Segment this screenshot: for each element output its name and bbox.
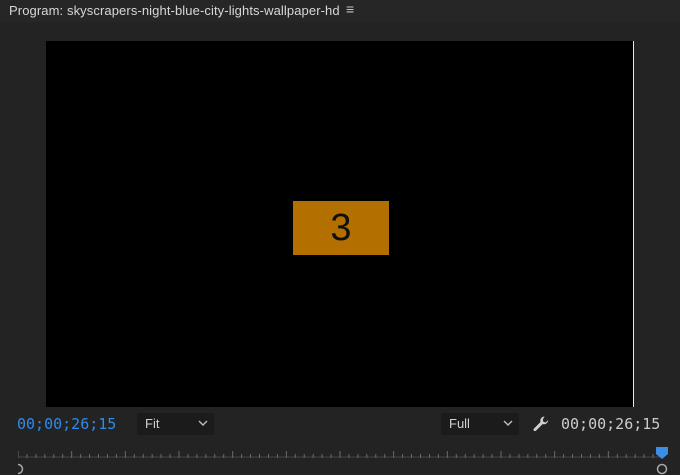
time-ruler-ticks	[18, 447, 668, 475]
playback-resolution-value: Full	[449, 416, 470, 431]
monitor-controls: 00;00;26;15 Fit Full 00;00;26;15	[0, 410, 680, 438]
out-point-handle[interactable]	[656, 463, 668, 475]
countdown-badge: 3	[293, 201, 389, 255]
zoom-level-value: Fit	[145, 416, 160, 431]
program-monitor-frame[interactable]: 3	[46, 41, 634, 407]
in-point-handle[interactable]	[18, 463, 24, 475]
time-ruler[interactable]	[18, 443, 668, 475]
chevron-down-icon	[198, 420, 208, 426]
chevron-down-icon	[503, 420, 513, 426]
current-timecode[interactable]: 00;00;26;15	[17, 415, 116, 433]
playback-resolution-select[interactable]: Full	[441, 413, 519, 435]
countdown-number: 3	[330, 207, 352, 249]
wrench-icon[interactable]	[532, 415, 550, 433]
hamburger-menu-icon[interactable]: ≡	[346, 1, 354, 17]
zoom-level-select[interactable]: Fit	[137, 413, 214, 435]
duration-timecode: 00;00;26;15	[561, 415, 661, 433]
panel-header: Program: skyscrapers-night-blue-city-lig…	[0, 0, 680, 22]
panel-title: Program: skyscrapers-night-blue-city-lig…	[9, 3, 340, 18]
